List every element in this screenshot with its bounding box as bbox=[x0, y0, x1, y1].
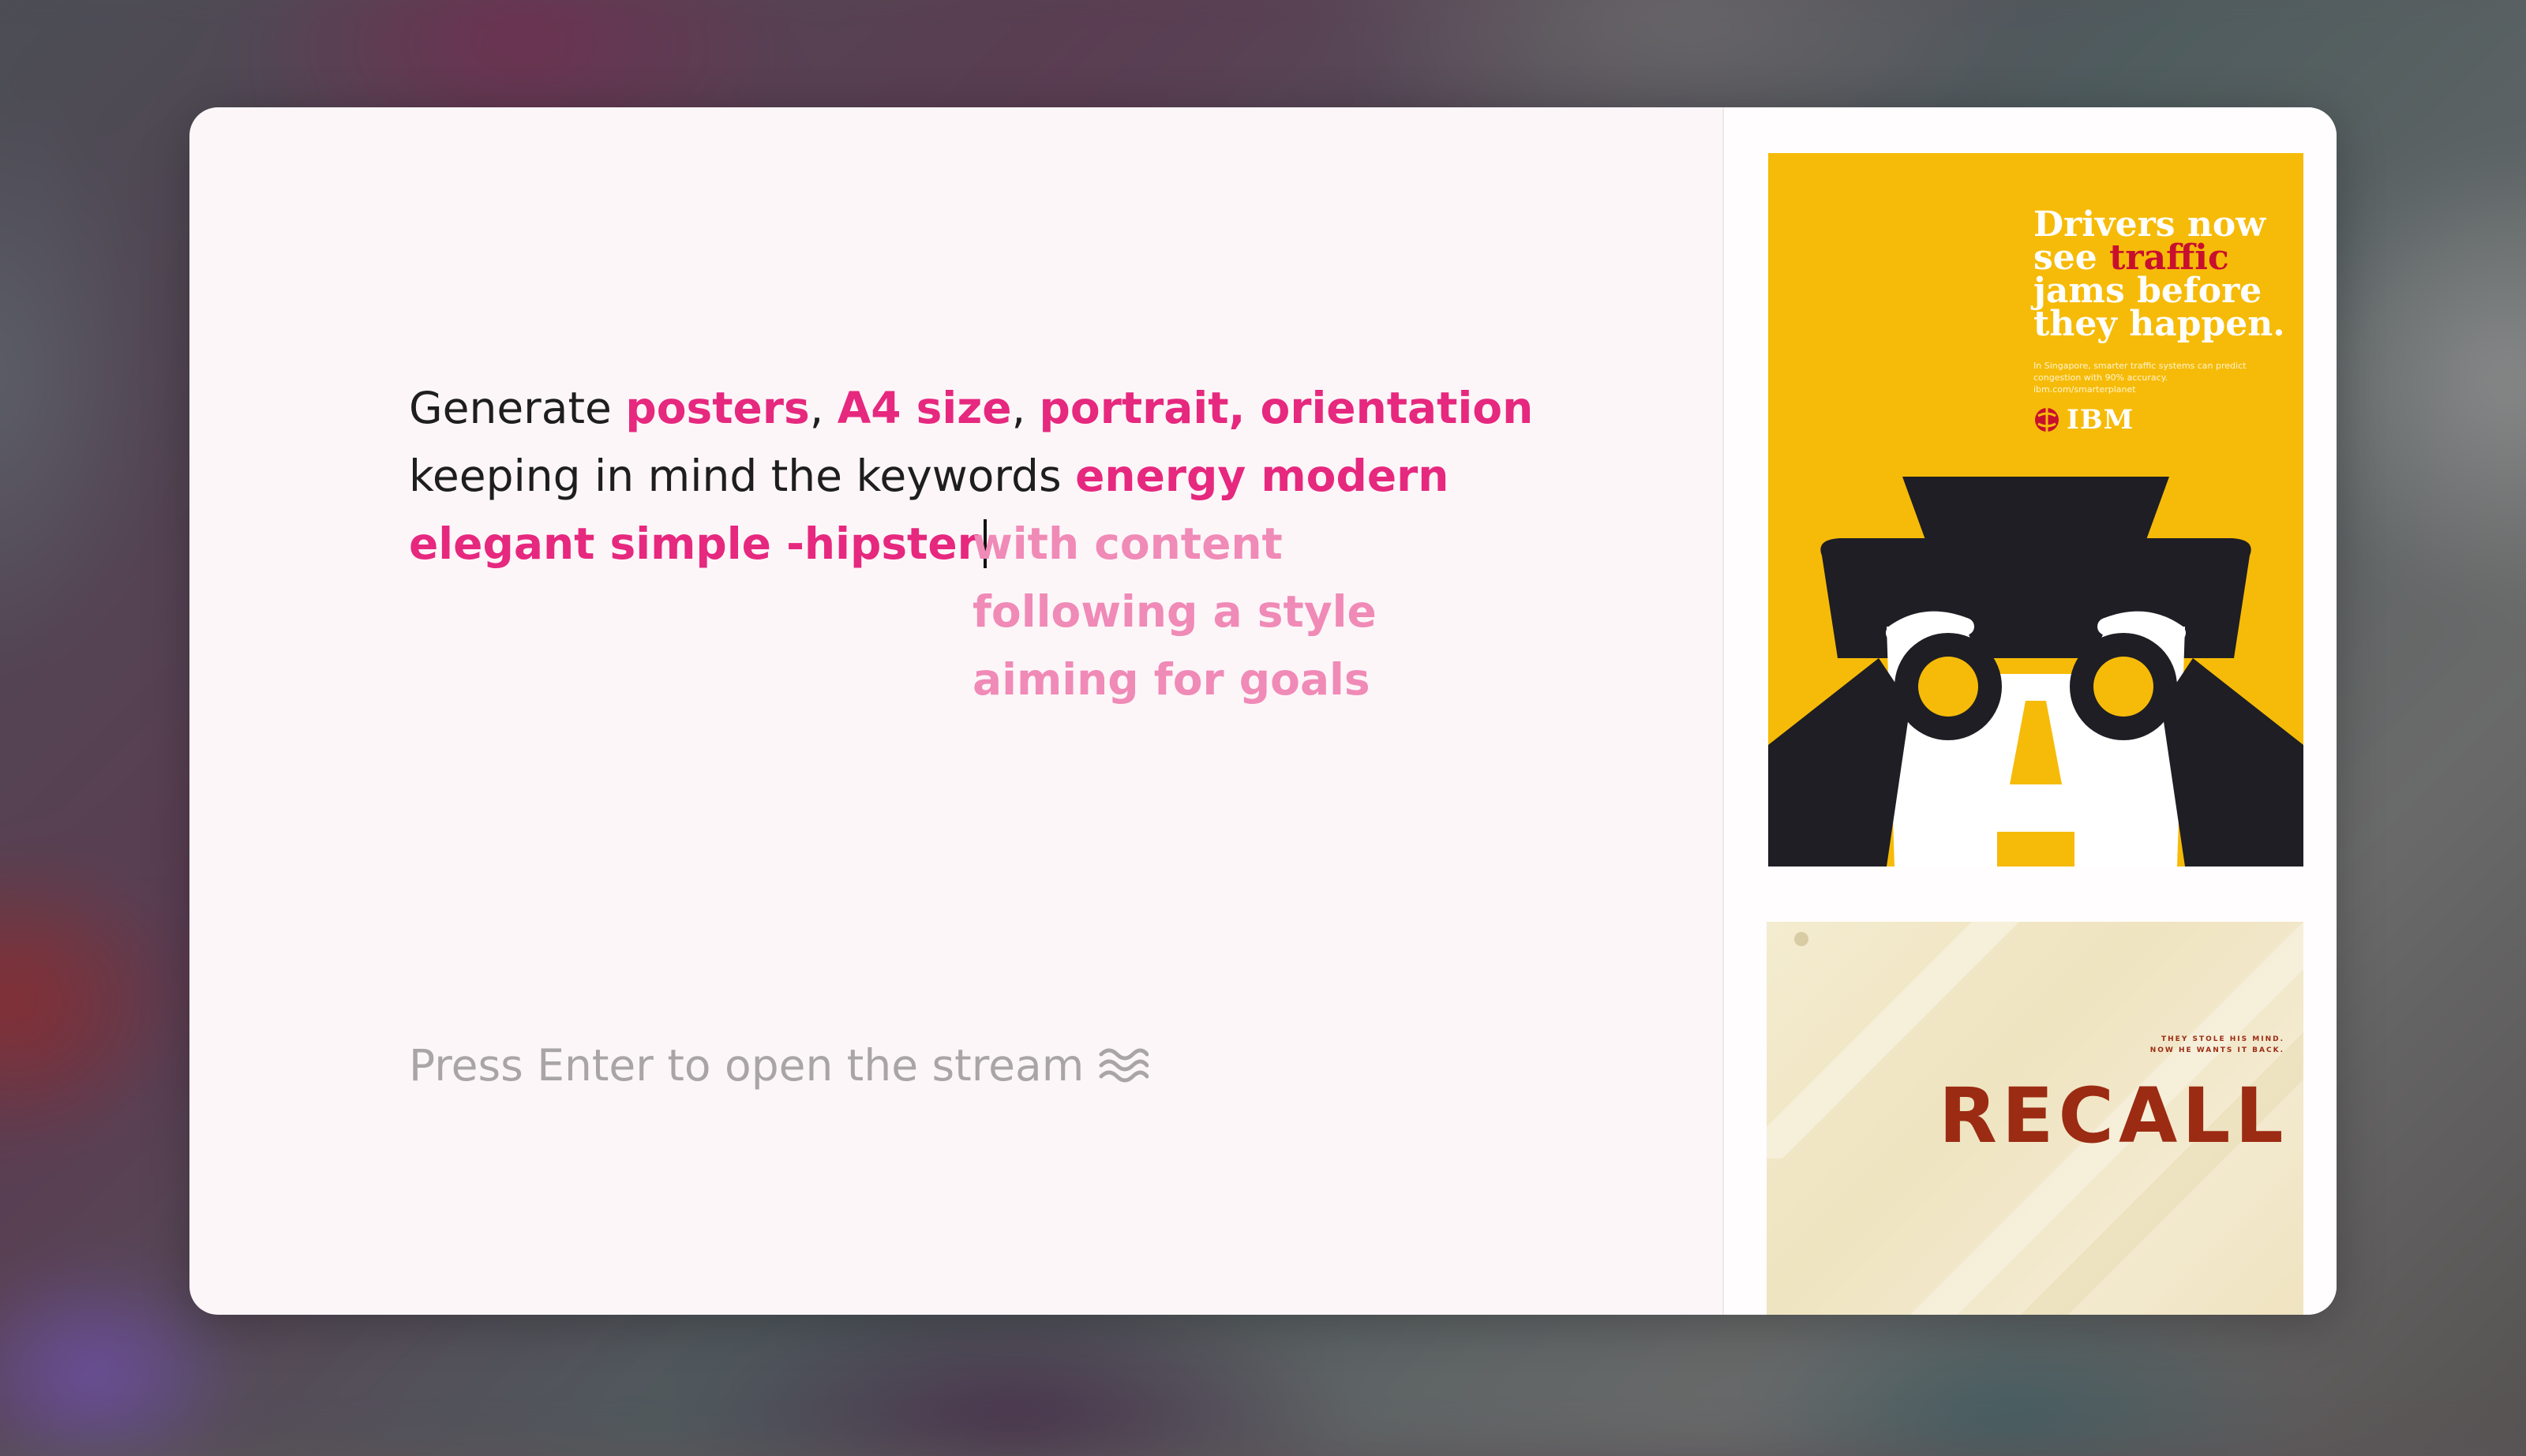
prompt-word: Generate bbox=[409, 383, 612, 433]
prompt-separator: , bbox=[809, 383, 824, 433]
ibm-logo: IBM bbox=[2067, 404, 2134, 436]
ibm-logo-row: IBM bbox=[2033, 404, 2134, 436]
wave-icon bbox=[1099, 1048, 1149, 1083]
poster-fineprint: In Singapore, smarter traffic systems ca… bbox=[2033, 361, 2247, 395]
suggestion-item[interactable]: with content bbox=[973, 510, 1377, 578]
enter-hint-text: Press Enter to open the stream bbox=[409, 1040, 1085, 1091]
tagline-line: THEY STOLE HIS MIND. bbox=[2161, 1035, 2284, 1043]
poster-tagline: THEY STOLE HIS MIND. NOW HE WANTS IT BAC… bbox=[2150, 1034, 2284, 1056]
prompt-separator: , bbox=[1011, 383, 1026, 433]
poster-headline: Drivers now see traffic jams before they… bbox=[2033, 204, 2294, 344]
poster-thumbnail-ibm[interactable]: Drivers now see traffic jams before they… bbox=[1768, 153, 2303, 866]
tagline-line: NOW HE WANTS IT BACK. bbox=[2149, 1046, 2284, 1054]
prompt-text: keeping in mind the keywords bbox=[409, 451, 1062, 501]
prompt-card: Generate posters, A4 size, portrait, ori… bbox=[189, 107, 2337, 1315]
keyword-chip[interactable]: energy modern bbox=[1075, 451, 1449, 501]
keyword-chip[interactable]: portrait, orientation bbox=[1040, 383, 1534, 433]
autocomplete-suggestions: with content following a style aiming fo… bbox=[973, 510, 1377, 713]
keyword-chip[interactable]: A4 size bbox=[838, 383, 1012, 433]
poster-thumbnail-recall[interactable]: THEY STOLE HIS MIND. NOW HE WANTS IT BAC… bbox=[1767, 922, 2303, 1315]
headline-line: jams before bbox=[2033, 271, 2262, 311]
enter-hint: Press Enter to open the stream bbox=[409, 1040, 1149, 1091]
headline-line: they happen. bbox=[2033, 304, 2285, 344]
keyword-chip[interactable]: elegant simple -hipster bbox=[409, 518, 979, 569]
poster-title: RECALL bbox=[1939, 1072, 2288, 1160]
globe-icon bbox=[2035, 408, 2059, 432]
suggestion-item[interactable]: aiming for goals bbox=[973, 646, 1377, 713]
headline-line: see traffic bbox=[2033, 241, 2294, 275]
keyword-chip[interactable]: posters bbox=[625, 383, 809, 433]
headline-line: Drivers now bbox=[2033, 204, 2266, 245]
suggestion-item[interactable]: following a style bbox=[973, 578, 1377, 646]
